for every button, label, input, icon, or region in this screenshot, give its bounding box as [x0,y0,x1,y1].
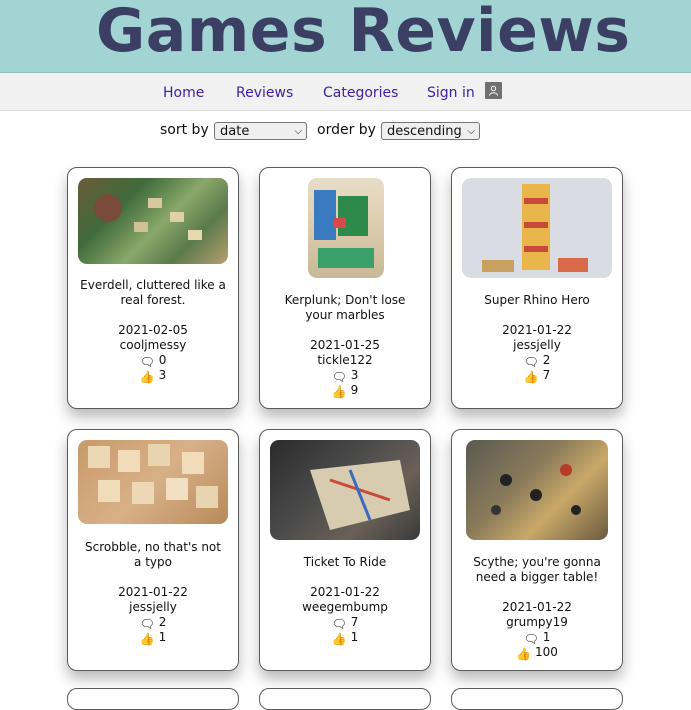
review-card[interactable]: Scythe; you're gonna need a bigger table… [451,429,623,671]
review-date: 2021-01-22 [310,585,380,599]
user-icon[interactable] [485,82,502,99]
review-author: cooljmessy [119,338,187,352]
comment-count: 🗨 2 [523,353,551,369]
vote-count: 👍 100 [516,645,558,661]
comment-count: 🗨 3 [331,368,359,384]
site-title: Games Reviews [96,0,631,66]
review-date: 2021-01-25 [310,338,380,352]
chevron-down-icon: ⌵ [467,126,475,137]
comment-count: 🗨 2 [139,615,167,631]
review-date: 2021-02-05 [118,323,188,337]
vote-count: 👍 9 [331,383,359,399]
vote-count: 👍 1 [139,630,167,646]
review-title[interactable]: Scythe; you're gonna need a bigger table… [464,555,610,585]
order-by-select[interactable]: descending ⌵ [381,122,480,140]
review-author: weegembump [302,600,388,614]
review-title[interactable]: Super Rhino Hero [464,293,610,308]
review-image[interactable] [78,440,228,524]
review-card[interactable] [451,688,623,710]
review-author: grumpy19 [506,615,568,629]
review-card[interactable]: Everdell, cluttered like a real forest. … [67,167,239,409]
speech-bubble-icon: 🗨 [139,355,155,369]
review-card[interactable]: Scrobble, no that's not a typo 2021-01-2… [67,429,239,671]
review-title[interactable]: Kerplunk; Don't lose your marbles [272,293,418,323]
order-by-label: order by [317,122,376,138]
review-card[interactable]: Kerplunk; Don't lose your marbles 2021-0… [259,167,431,409]
site-header: Games Reviews [0,0,691,73]
nav-reviews-link[interactable]: Reviews [236,85,293,101]
review-author: jessjelly [129,600,177,614]
sort-by-label: sort by [160,122,209,138]
review-date: 2021-01-22 [502,323,572,337]
nav-signin-link[interactable]: Sign in [427,85,475,101]
nav-categories-link[interactable]: Categories [323,85,398,101]
speech-bubble-icon: 🗨 [331,370,347,384]
review-card[interactable]: Ticket To Ride 2021-01-22 weegembump 🗨 7 … [259,429,431,671]
review-date: 2021-01-22 [502,600,572,614]
thumbs-up-icon: 👍 [516,647,532,661]
nav-bar: Home Reviews Categories Sign in [0,73,691,111]
vote-count: 👍 3 [139,368,167,384]
review-title[interactable]: Scrobble, no that's not a typo [80,540,226,570]
review-author: jessjelly [513,338,561,352]
review-image[interactable] [78,178,228,264]
sort-by-select[interactable]: date ⌵ [214,122,307,140]
review-image[interactable] [270,440,420,540]
speech-bubble-icon: 🗨 [331,617,347,631]
order-by-value: descending [387,124,462,139]
review-image[interactable] [462,178,612,278]
thumbs-up-icon: 👍 [331,632,347,646]
speech-bubble-icon: 🗨 [523,632,539,646]
review-title[interactable]: Everdell, cluttered like a real forest. [80,278,226,308]
review-card[interactable]: Super Rhino Hero 2021-01-22 jessjelly 🗨 2… [451,167,623,409]
speech-bubble-icon: 🗨 [523,355,539,369]
comment-count: 🗨 0 [139,353,167,369]
review-image[interactable] [466,440,608,540]
comment-count: 🗨 7 [331,615,359,631]
nav-home-link[interactable]: Home [163,85,204,101]
thumbs-up-icon: 👍 [139,632,155,646]
review-card[interactable] [259,688,431,710]
thumbs-up-icon: 👍 [331,385,347,399]
comment-count: 🗨 1 [523,630,551,646]
review-author: tickle122 [317,353,373,367]
vote-count: 👍 1 [331,630,359,646]
review-card[interactable] [67,688,239,710]
review-date: 2021-01-22 [118,585,188,599]
review-image[interactable] [308,178,384,278]
vote-count: 👍 7 [523,368,551,384]
sort-by-value: date [220,124,250,139]
speech-bubble-icon: 🗨 [139,617,155,631]
review-title[interactable]: Ticket To Ride [272,555,418,570]
thumbs-up-icon: 👍 [523,370,539,384]
sort-controls: sort by date ⌵ order by descending ⌵ [0,120,691,146]
thumbs-up-icon: 👍 [139,370,155,384]
chevron-down-icon: ⌵ [294,126,302,137]
